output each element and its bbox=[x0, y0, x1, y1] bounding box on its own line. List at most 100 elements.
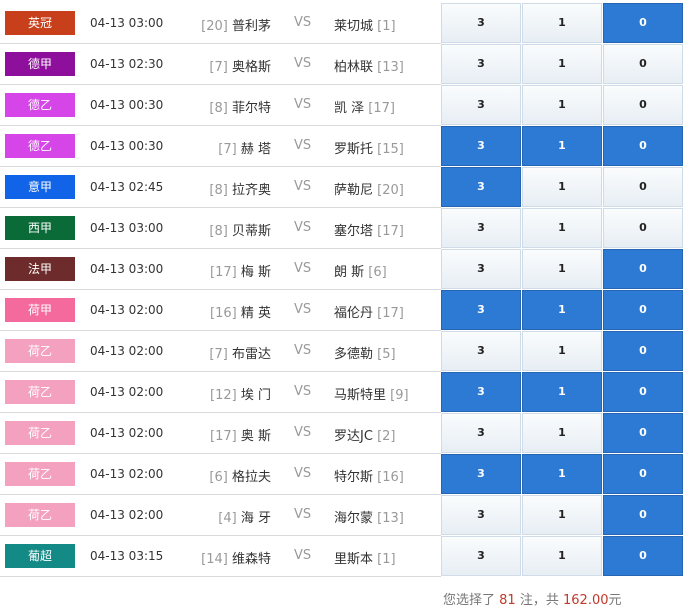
odds-win-button[interactable]: 3 bbox=[441, 290, 521, 330]
away-team[interactable]: 里斯本 [1] bbox=[334, 548, 396, 567]
away-team[interactable]: 多德勒 [5] bbox=[334, 343, 396, 362]
odds-lose-button[interactable]: 0 bbox=[603, 331, 683, 371]
odds-win-button[interactable]: 3 bbox=[441, 495, 521, 535]
away-team[interactable]: 萨勒尼 [20] bbox=[334, 179, 404, 198]
home-team[interactable]: [6] 格拉夫 bbox=[209, 466, 271, 485]
home-rank: [14] bbox=[201, 552, 228, 567]
home-team[interactable]: [8] 菲尔特 bbox=[209, 97, 271, 116]
odds-draw-button[interactable]: 1 bbox=[522, 44, 602, 84]
odds-draw-button[interactable]: 1 bbox=[522, 495, 602, 535]
home-rank: [8] bbox=[209, 224, 228, 239]
odds-win-button[interactable]: 3 bbox=[441, 413, 521, 453]
league-badge[interactable]: 德甲 bbox=[5, 52, 75, 76]
odds-lose-button[interactable]: 0 bbox=[603, 454, 683, 494]
away-team-name: 塞尔塔 bbox=[334, 224, 374, 239]
league-badge[interactable]: 意甲 bbox=[5, 175, 75, 199]
odds-draw-button[interactable]: 1 bbox=[522, 331, 602, 371]
home-team[interactable]: [4] 海 牙 bbox=[218, 507, 271, 526]
home-team[interactable]: [7] 布雷达 bbox=[209, 343, 271, 362]
home-team[interactable]: [7] 赫 塔 bbox=[218, 138, 271, 157]
odds-win-button[interactable]: 3 bbox=[441, 249, 521, 289]
home-rank: [4] bbox=[218, 511, 237, 526]
match-row: 德乙 04-13 00:30 [7] 赫 塔 VS 罗斯托 [15] 3 1 0 bbox=[0, 126, 690, 167]
odds-lose-button[interactable]: 0 bbox=[603, 495, 683, 535]
away-team-name: 里斯本 bbox=[334, 552, 374, 567]
home-team[interactable]: [14] 维森特 bbox=[201, 548, 271, 567]
odds-draw-button[interactable]: 1 bbox=[522, 290, 602, 330]
home-team-name: 奥 斯 bbox=[240, 429, 271, 444]
odds-draw-button[interactable]: 1 bbox=[522, 3, 602, 43]
odds-lose-button[interactable]: 0 bbox=[603, 249, 683, 289]
bet-count: 81 bbox=[499, 593, 516, 608]
odds-lose-button[interactable]: 0 bbox=[603, 290, 683, 330]
away-team[interactable]: 福伦丹 [17] bbox=[334, 302, 404, 321]
home-team[interactable]: [17] 奥 斯 bbox=[210, 425, 271, 444]
odds-win-button[interactable]: 3 bbox=[441, 167, 521, 207]
odds-win-button[interactable]: 3 bbox=[441, 454, 521, 494]
away-team[interactable]: 罗达JC [2] bbox=[334, 425, 395, 444]
away-team-name: 罗斯托 bbox=[334, 142, 374, 157]
odds-draw-button[interactable]: 1 bbox=[522, 454, 602, 494]
odds-lose-button[interactable]: 0 bbox=[603, 208, 683, 248]
odds-lose-button[interactable]: 0 bbox=[603, 85, 683, 125]
odds-draw-button[interactable]: 1 bbox=[522, 249, 602, 289]
odds-lose-button[interactable]: 0 bbox=[603, 167, 683, 207]
away-team[interactable]: 朗 斯 [6] bbox=[334, 261, 387, 280]
odds-win-button[interactable]: 3 bbox=[441, 126, 521, 166]
odds-win-button[interactable]: 3 bbox=[441, 372, 521, 412]
away-team[interactable]: 凯 泽 [17] bbox=[334, 97, 395, 116]
away-team[interactable]: 特尔斯 [16] bbox=[334, 466, 404, 485]
match-time: 04-13 02:30 bbox=[90, 57, 164, 71]
odds-win-button[interactable]: 3 bbox=[441, 536, 521, 576]
away-team-name: 凯 泽 bbox=[334, 101, 365, 116]
odds-lose-button[interactable]: 0 bbox=[603, 3, 683, 43]
league-badge[interactable]: 葡超 bbox=[5, 544, 75, 568]
league-badge[interactable]: 荷乙 bbox=[5, 339, 75, 363]
league-badge[interactable]: 荷乙 bbox=[5, 421, 75, 445]
home-team[interactable]: [12] 埃 门 bbox=[210, 384, 271, 403]
odds-win-button[interactable]: 3 bbox=[441, 331, 521, 371]
home-team[interactable]: [8] 贝蒂斯 bbox=[209, 220, 271, 239]
home-team-name: 贝蒂斯 bbox=[231, 224, 271, 239]
odds-lose-button[interactable]: 0 bbox=[603, 536, 683, 576]
odds-win-button[interactable]: 3 bbox=[441, 208, 521, 248]
home-team[interactable]: [8] 拉齐奥 bbox=[209, 179, 271, 198]
away-team[interactable]: 罗斯托 [15] bbox=[334, 138, 404, 157]
odds-lose-button[interactable]: 0 bbox=[603, 372, 683, 412]
home-team[interactable]: [16] 精 英 bbox=[210, 302, 271, 321]
odds-draw-button[interactable]: 1 bbox=[522, 85, 602, 125]
odds-win-button[interactable]: 3 bbox=[441, 3, 521, 43]
league-badge[interactable]: 荷乙 bbox=[5, 503, 75, 527]
league-badge[interactable]: 荷甲 bbox=[5, 298, 75, 322]
league-badge[interactable]: 英冠 bbox=[5, 11, 75, 35]
league-badge[interactable]: 西甲 bbox=[5, 216, 75, 240]
away-team[interactable]: 莱切城 [1] bbox=[334, 15, 396, 34]
league-badge[interactable]: 荷乙 bbox=[5, 380, 75, 404]
league-badge[interactable]: 德乙 bbox=[5, 93, 75, 117]
odds-win-button[interactable]: 3 bbox=[441, 85, 521, 125]
away-team[interactable]: 塞尔塔 [17] bbox=[334, 220, 404, 239]
odds-lose-button[interactable]: 0 bbox=[603, 44, 683, 84]
home-team[interactable]: [7] 奥格斯 bbox=[209, 56, 271, 75]
away-team[interactable]: 柏林联 [13] bbox=[334, 56, 404, 75]
odds-draw-button[interactable]: 1 bbox=[522, 413, 602, 453]
odds-win-button[interactable]: 3 bbox=[441, 44, 521, 84]
away-team[interactable]: 马斯特里 [9] bbox=[334, 384, 409, 403]
away-team[interactable]: 海尔蒙 [13] bbox=[334, 507, 404, 526]
odds-draw-button[interactable]: 1 bbox=[522, 536, 602, 576]
odds-draw-button[interactable]: 1 bbox=[522, 372, 602, 412]
away-team-name: 特尔斯 bbox=[334, 470, 374, 485]
home-rank: [8] bbox=[209, 101, 228, 116]
vs-label: VS bbox=[294, 138, 312, 153]
league-badge[interactable]: 法甲 bbox=[5, 257, 75, 281]
odds-draw-button[interactable]: 1 bbox=[522, 126, 602, 166]
home-team[interactable]: [20] 普利茅 bbox=[201, 15, 271, 34]
odds-draw-button[interactable]: 1 bbox=[522, 167, 602, 207]
odds-lose-button[interactable]: 0 bbox=[603, 126, 683, 166]
odds-draw-button[interactable]: 1 bbox=[522, 208, 602, 248]
league-badge[interactable]: 德乙 bbox=[5, 134, 75, 158]
odds-lose-button[interactable]: 0 bbox=[603, 413, 683, 453]
home-team-name: 精 英 bbox=[240, 306, 271, 321]
home-team[interactable]: [17] 梅 斯 bbox=[210, 261, 271, 280]
league-badge[interactable]: 荷乙 bbox=[5, 462, 75, 486]
